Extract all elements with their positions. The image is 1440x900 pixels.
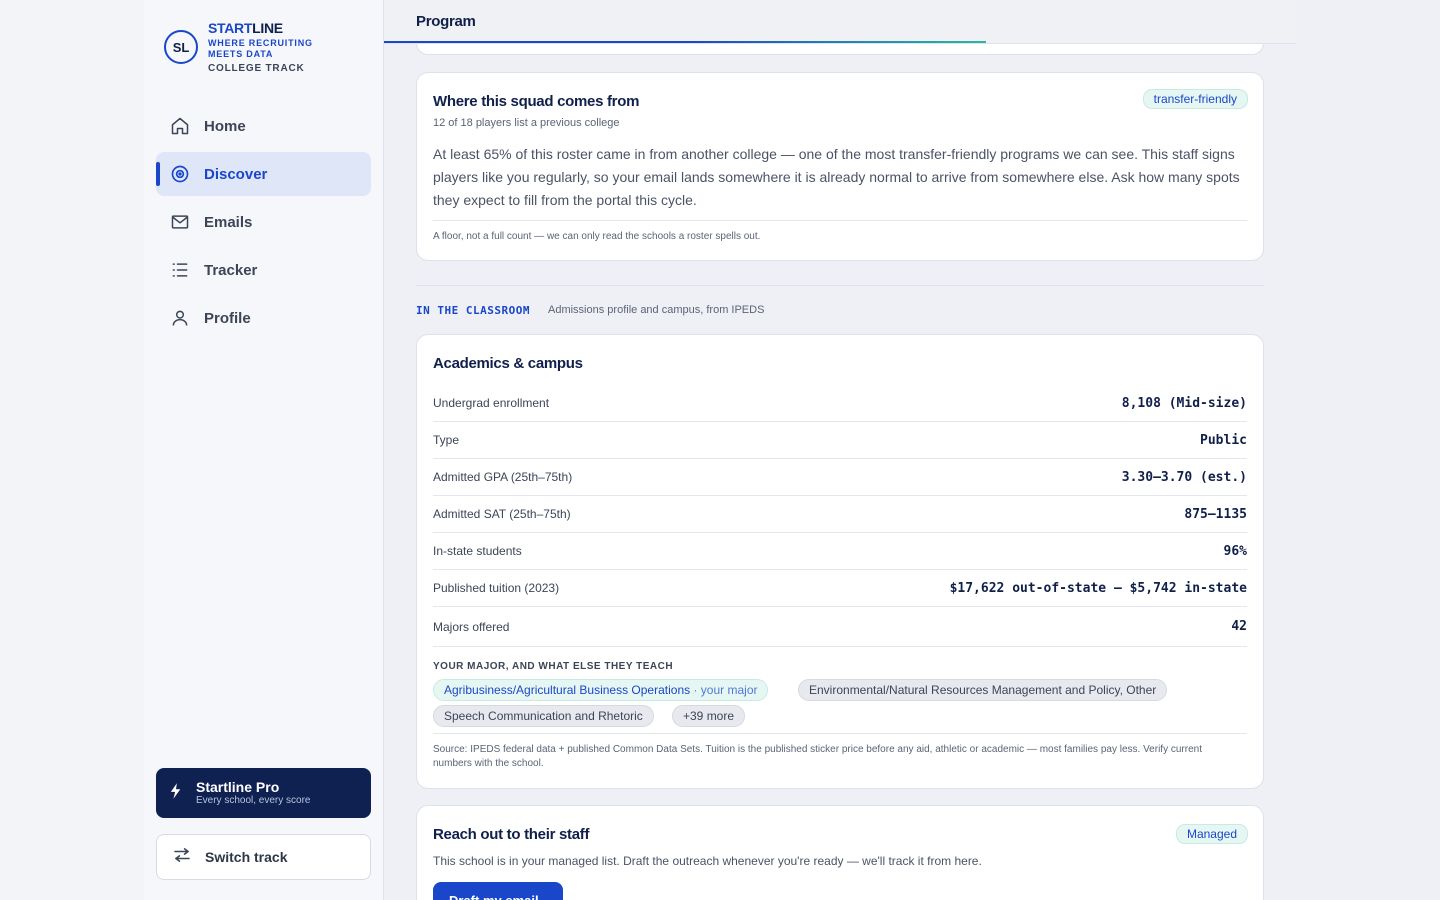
row-value: 8,108 (Mid-size) [1121,395,1247,411]
sidebar-item-label: Tracker [204,261,258,279]
brand-name-part1: START [208,20,253,36]
row-label: Type [433,433,460,447]
page-header: Program [384,0,1296,44]
divider [433,733,1247,734]
sidebar-item-label: Emails [204,213,253,231]
pro-text: Startline Pro Every school, every score [196,779,311,807]
your-major-tag: · your major [693,683,758,697]
sidebar-item-tracker[interactable]: Tracker [156,248,371,292]
pro-title: Startline Pro [196,779,280,795]
table-row: Majors offered 42 [433,607,1247,647]
user-icon [170,308,190,328]
major-chip[interactable]: Environmental/Natural Resources Manageme… [798,679,1168,701]
track-label: COLLEGE TRACK [208,63,305,74]
brand-name: STARTLINE [208,20,328,36]
reach-title: Reach out to their staff [433,826,590,843]
row-label: Published tuition (2023) [433,581,560,595]
switch-track-label: Switch track [205,849,288,865]
major-chip-mine[interactable]: Agribusiness/Agricultural Business Opera… [433,679,769,701]
logo-text: STARTLINE WHERE RECRUITING MEETS DATA CO… [208,20,328,74]
squad-subtitle: 12 of 18 players list a previous college [433,117,620,129]
sidebar-item-label: Discover [204,165,268,183]
row-value: $17,622 out-of-state — $5,742 in-state [949,580,1247,596]
squad-description: At least 65% of this roster came in from… [433,146,1240,208]
list-icon [170,260,190,280]
managed-badge: Managed [1175,824,1248,844]
brand-name-part2: LINE [252,20,283,36]
row-label: In-state students [433,544,522,558]
reach-description: This school is in your managed list. Dra… [433,854,982,868]
academics-table: Undergrad enrollment 8,108 (Mid-size) Typ… [433,385,1247,647]
sidebar-item-label: Profile [204,309,251,327]
main-content: Program Where this squad comes from tran… [384,0,1440,900]
section-divider [416,285,1264,286]
mail-icon [170,212,190,232]
home-icon [170,116,190,136]
brand-logo[interactable]: SL STARTLINE WHERE RECRUITING MEETS DATA… [164,20,328,74]
row-label: Majors offered [433,619,510,634]
row-label: Admitted GPA (25th–75th) [433,470,573,484]
more-majors-chip[interactable]: +39 more [672,705,746,727]
brand-tagline: WHERE RECRUITING MEETS DATA [208,38,313,59]
table-row: Type Public [433,422,1247,459]
table-row: Admitted GPA (25th–75th) 3.30–3.70 (est.) [433,459,1247,496]
sidebar-nav: Home Discover Emails Tracker Profile [156,104,371,344]
row-value: 96% [1223,543,1247,559]
row-value: 42 [1231,619,1247,634]
transfer-friendly-badge: transfer-friendly [1142,89,1248,109]
sidebar: SL STARTLINE WHERE RECRUITING MEETS DATA… [144,0,384,900]
scroll-progress-bar [384,41,986,43]
academics-card: Academics & campus Undergrad enrollment 8… [416,334,1264,789]
row-value: 875–1135 [1184,506,1247,522]
row-value: 3.30–3.70 (est.) [1121,469,1247,485]
sidebar-item-home[interactable]: Home [156,104,371,148]
section-description: Admissions profile and campus, from IPED… [548,304,765,316]
squad-origin-card: Where this squad comes from transfer-fri… [416,72,1264,261]
page-title: Program [416,13,476,30]
squad-title: Where this squad comes from [433,93,640,110]
logo-mark: SL [164,30,198,64]
table-row: Admitted SAT (25th–75th) 875–1135 [433,496,1247,533]
sidebar-item-discover[interactable]: Discover [156,152,371,196]
table-row: In-state students 96% [433,533,1247,570]
sidebar-item-emails[interactable]: Emails [156,200,371,244]
major-chip[interactable]: Speech Communication and Rhetoric [433,705,654,727]
academics-source: Source: IPEDS federal data + published C… [433,744,1202,769]
academics-title: Academics & campus [433,355,583,372]
draft-email-button[interactable]: Draft my email [433,882,563,900]
target-icon [170,164,190,184]
table-row: Published tuition (2023) $17,622 out-of-s… [433,570,1247,607]
bolt-icon [170,782,184,804]
sidebar-item-profile[interactable]: Profile [156,296,371,340]
swap-arrows-icon [173,847,191,867]
table-row: Undergrad enrollment 8,108 (Mid-size) [433,385,1247,422]
reach-out-card: Reach out to their staff Managed This sc… [416,805,1264,900]
startline-pro-button[interactable]: Startline Pro Every school, every score [156,768,371,818]
sidebar-item-label: Home [204,117,246,135]
switch-track-button[interactable]: Switch track [156,834,371,880]
divider [433,220,1247,221]
row-label: Admitted SAT (25th–75th) [433,507,571,521]
left-gutter [0,0,144,900]
section-kicker: IN THE CLASSROOM [416,304,530,317]
chip-label: Agribusiness/Agricultural Business Opera… [444,683,691,697]
pro-subtitle: Every school, every score [196,795,311,806]
squad-footnote: A floor, not a full count — we can only … [433,231,761,242]
row-label: Undergrad enrollment [433,396,550,410]
row-value: Public [1200,432,1247,448]
majors-label: YOUR MAJOR, AND WHAT ELSE THEY TEACH [433,661,674,672]
